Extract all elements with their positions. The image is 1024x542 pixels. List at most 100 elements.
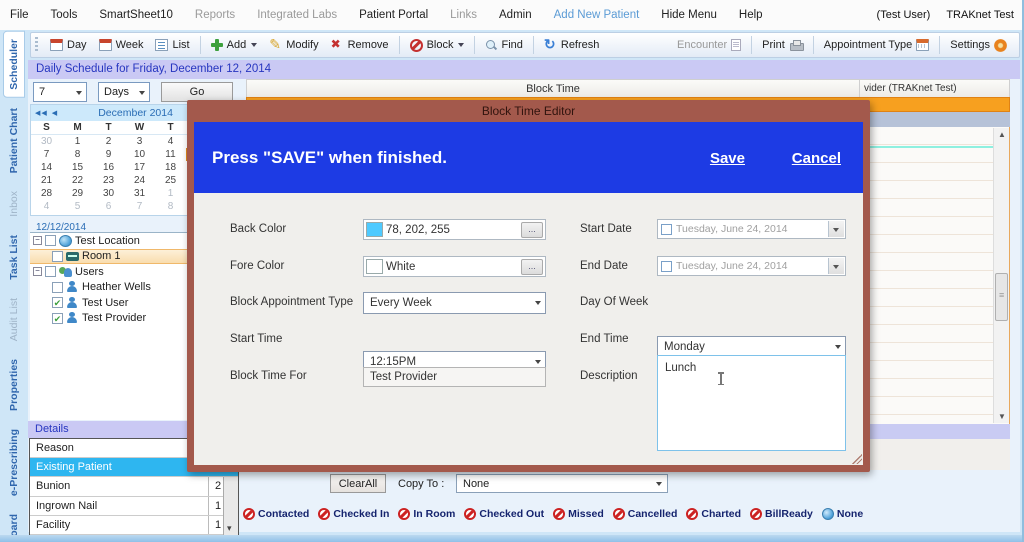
schedule-scrollbar[interactable]: ▲ ▼ — [993, 128, 1009, 423]
calendar-day[interactable]: 23 — [93, 174, 124, 187]
calendar-day[interactable]: 22 — [62, 174, 93, 187]
menu-item-tools[interactable]: Tools — [51, 9, 78, 21]
details-scrollbar[interactable] — [223, 477, 238, 535]
calendar-day[interactable]: 11 — [155, 148, 186, 161]
find-button[interactable]: Find — [479, 37, 528, 53]
start-date-picker[interactable]: Tuesday, June 24, 2014 — [657, 219, 846, 239]
sidebar-tab-e-prescribing[interactable]: e-Prescribing — [4, 422, 24, 503]
calendar-day[interactable]: 14 — [31, 161, 62, 174]
remove-button[interactable]: Remove — [325, 37, 395, 53]
calendar-day[interactable]: 29 — [62, 187, 93, 200]
tree-checkbox[interactable] — [52, 297, 63, 308]
end-date-picker[interactable]: Tuesday, June 24, 2014 — [657, 256, 846, 276]
calendar-day[interactable]: 21 — [31, 174, 62, 187]
menu-item-patient-portal[interactable]: Patient Portal — [359, 9, 428, 21]
menu-item-smartsheet10[interactable]: SmartSheet10 — [99, 9, 173, 21]
encounter-button[interactable]: Encounter — [671, 37, 747, 53]
calendar-day[interactable]: 1 — [155, 187, 186, 200]
go-button[interactable]: Go — [161, 82, 233, 102]
menu-item-integrated-labs[interactable]: Integrated Labs — [257, 9, 337, 21]
sidebar-tab-audit-list[interactable]: Audit List — [4, 291, 24, 348]
clear-all-button[interactable]: ClearAll — [330, 474, 386, 493]
tree-checkbox[interactable] — [52, 313, 63, 324]
block-button[interactable]: Block — [404, 37, 471, 54]
end-date-dropdown-button[interactable] — [828, 258, 844, 274]
sidebar-tab-scheduler[interactable]: Scheduler — [4, 32, 24, 97]
tree-checkbox[interactable] — [45, 235, 56, 246]
details-row-ingrown-nail[interactable]: Ingrown Nail1 — [30, 497, 238, 516]
calendar-day[interactable]: 31 — [124, 187, 155, 200]
calendar-day[interactable]: 16 — [93, 161, 124, 174]
calendar-day[interactable]: 6 — [93, 200, 124, 213]
sidebar-tab-patient-chart[interactable]: Patient Chart — [4, 101, 24, 180]
calendar-day[interactable]: 8 — [62, 148, 93, 161]
list-button[interactable]: List — [149, 37, 195, 53]
sidebar-tab-properties[interactable]: Properties — [4, 352, 24, 418]
dialog-resize-grip[interactable] — [852, 454, 862, 464]
print-button[interactable]: Print — [756, 37, 809, 53]
end-date-checkbox[interactable] — [661, 261, 672, 272]
calendar-day[interactable]: 24 — [124, 174, 155, 187]
start-date-checkbox[interactable] — [661, 224, 672, 235]
fore-color-field[interactable]: White ... — [363, 256, 546, 277]
menu-item-add-new-patient[interactable]: Add New Patient — [554, 9, 640, 21]
calendar-day[interactable]: 4 — [31, 200, 62, 213]
sidebar-tab-inbox[interactable]: Inbox — [4, 184, 24, 224]
calendar-day[interactable]: 30 — [93, 187, 124, 200]
block-time-for-input[interactable]: Test Provider — [363, 367, 546, 387]
calendar-day[interactable]: 15 — [62, 161, 93, 174]
appointment-type-button[interactable]: Appointment Type — [818, 37, 935, 53]
tree-checkbox[interactable] — [52, 282, 63, 293]
fore-color-browse-button[interactable]: ... — [521, 259, 543, 275]
menu-item-hide-menu[interactable]: Hide Menu — [661, 9, 717, 21]
menu-item-admin[interactable]: Admin — [499, 9, 532, 21]
collapse-icon[interactable]: − — [33, 267, 42, 276]
calendar-day[interactable]: 5 — [62, 200, 93, 213]
scroll-thumb[interactable] — [995, 273, 1008, 321]
copy-to-select[interactable]: None — [456, 474, 668, 493]
range-unit-select[interactable]: Days — [98, 82, 150, 102]
calendar-day[interactable]: 28 — [31, 187, 62, 200]
back-color-browse-button[interactable]: ... — [521, 222, 543, 238]
range-value-select[interactable]: 7 — [33, 82, 87, 102]
calendar-day[interactable]: 25 — [155, 174, 186, 187]
calendar-day[interactable]: 8 — [155, 200, 186, 213]
calendar-day[interactable]: 7 — [31, 148, 62, 161]
cancel-button[interactable]: Cancel — [792, 150, 841, 167]
toolbar-grip[interactable] — [35, 37, 38, 53]
details-row-facility[interactable]: Facility1 — [30, 516, 238, 535]
menu-item-reports[interactable]: Reports — [195, 9, 235, 21]
collapse-icon[interactable]: − — [33, 236, 42, 245]
description-textarea[interactable]: Lunch — [657, 355, 846, 451]
calendar-day[interactable]: 4 — [155, 135, 186, 148]
tree-checkbox[interactable] — [45, 266, 56, 277]
modify-button[interactable]: Modify — [263, 37, 324, 53]
menu-item-links[interactable]: Links — [450, 9, 477, 21]
calendar-day[interactable]: 3 — [124, 135, 155, 148]
calendar-day[interactable]: 9 — [93, 148, 124, 161]
start-date-dropdown-button[interactable] — [828, 221, 844, 237]
settings-button[interactable]: Settings — [944, 37, 1013, 54]
details-row-bunion[interactable]: Bunion2 — [30, 477, 238, 496]
sidebar-tab-task-list[interactable]: Task List — [4, 228, 24, 287]
tree-checkbox[interactable] — [52, 251, 63, 262]
scroll-up-icon[interactable]: ▲ — [998, 130, 1006, 139]
scroll-down-icon[interactable]: ▼ — [998, 412, 1006, 421]
calendar-day[interactable]: 10 — [124, 148, 155, 161]
day-button[interactable]: Day — [44, 37, 93, 53]
save-button[interactable]: Save — [710, 150, 745, 167]
calendar-day[interactable]: 7 — [124, 200, 155, 213]
calendar-day[interactable]: 2 — [93, 135, 124, 148]
menu-item-file[interactable]: File — [10, 9, 29, 21]
week-button[interactable]: Week — [93, 37, 150, 53]
block-appointment-type-select[interactable]: Every Week — [363, 292, 546, 314]
prev-year-icon[interactable]: ◀◀ — [35, 109, 48, 117]
calendar-day[interactable]: 17 — [124, 161, 155, 174]
calendar-day[interactable]: 30 — [31, 135, 62, 148]
menu-item-help[interactable]: Help — [739, 9, 763, 21]
calendar-day[interactable]: 1 — [62, 135, 93, 148]
back-color-field[interactable]: 78, 202, 255 ... — [363, 219, 546, 240]
refresh-button[interactable]: Refresh — [538, 37, 606, 53]
add-button[interactable]: Add — [205, 37, 264, 53]
calendar-day[interactable]: 18 — [155, 161, 186, 174]
